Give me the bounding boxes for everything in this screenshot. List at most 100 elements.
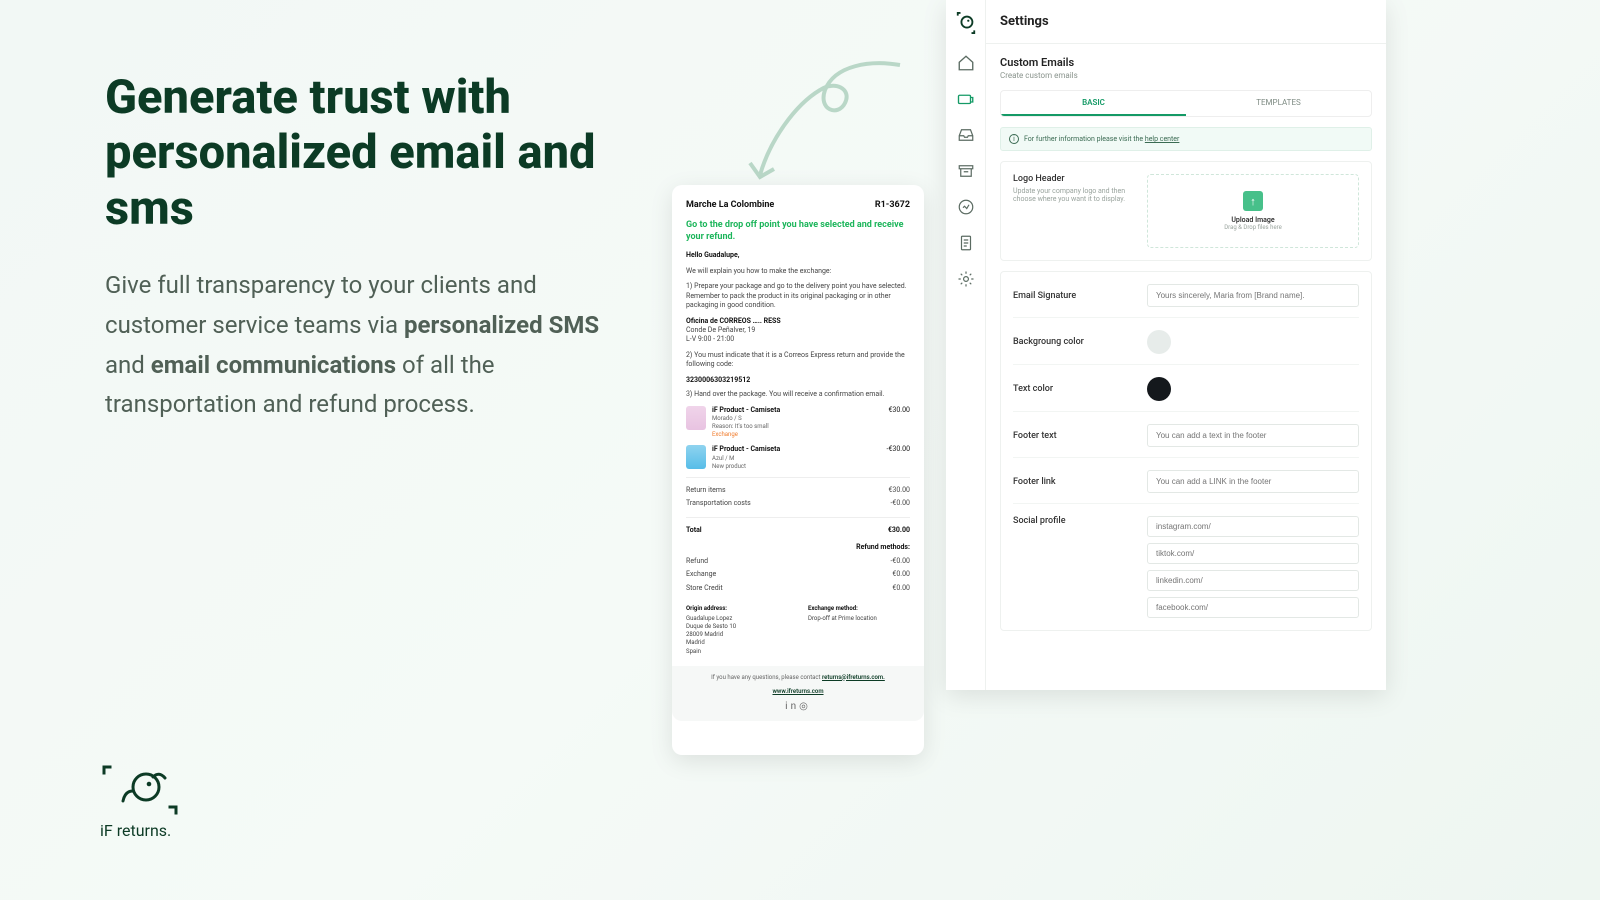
social-label: Social profile — [1013, 516, 1133, 526]
bgcolor-swatch[interactable] — [1147, 330, 1171, 354]
linkedin-icon[interactable]: in — [785, 701, 799, 712]
social-instagram-input[interactable] — [1147, 516, 1359, 537]
social-linkedin-input[interactable] — [1147, 570, 1359, 591]
brand-name: iF returns. — [100, 821, 180, 840]
analytics-icon[interactable] — [957, 198, 975, 216]
textcolor-swatch[interactable] — [1147, 377, 1171, 401]
hero-body-b1: personalized SMS — [404, 311, 599, 339]
footer-text-label: Footer text — [1013, 431, 1133, 441]
product-price: €30.00 — [876, 406, 910, 415]
method-hd: Exchange method: — [808, 605, 910, 613]
product-price: -€30.00 — [876, 445, 910, 454]
email-code: 3230006303219512 — [686, 376, 910, 385]
sidebar-rail — [946, 0, 986, 690]
sum-label: Exchange — [686, 568, 826, 581]
product-row: iF Product - Camiseta Azul / M New produ… — [686, 445, 910, 471]
product-row: iF Product - Camiseta Morado / S Reason:… — [686, 406, 910, 440]
footer-text: If you have any questions, please contac… — [711, 674, 822, 681]
upload-dropzone[interactable]: Upload Image Drag & Drop files here — [1147, 174, 1359, 248]
product-thumb-icon — [686, 406, 706, 430]
email-office-hours: L-V 9:00 - 21:00 — [686, 335, 910, 344]
signature-input[interactable] — [1147, 284, 1359, 307]
origin-line: Spain — [686, 648, 788, 656]
footer-link-label: Footer link — [1013, 477, 1133, 487]
logo-header-hint: Update your company logo and then choose… — [1013, 187, 1133, 203]
logo-header-block: Logo Header Update your company logo and… — [1000, 161, 1372, 261]
info-banner: i For further information please visit t… — [1000, 127, 1372, 151]
sum-value: €0.00 — [826, 568, 910, 581]
email-ref: R1-3672 — [875, 199, 910, 211]
decorative-arrow-icon — [740, 55, 910, 195]
home-icon[interactable] — [957, 54, 975, 72]
email-greeting: Hello Guadalupe, — [686, 251, 910, 260]
returns-icon[interactable] — [957, 90, 975, 108]
hero-body: Give full transparency to your clients a… — [105, 266, 625, 424]
sum-label: Transportation costs — [686, 497, 854, 510]
exchange-method: Exchange method: Drop-off at Prime locat… — [808, 605, 910, 656]
signature-label: Email Signature — [1013, 291, 1133, 301]
upload-title: Upload Image — [1231, 216, 1274, 224]
hero-body-mid: and — [105, 351, 151, 379]
hero-title: Generate trust with personalized email a… — [105, 70, 625, 236]
email-office-addr: Conde De Peñalver, 19 — [686, 326, 910, 335]
info-text: For further information please visit the — [1024, 135, 1145, 143]
sum-total-value: €30.00 — [826, 524, 910, 537]
footer-site-link[interactable]: www.ifreturns.com — [772, 688, 823, 695]
instagram-icon[interactable]: ◎ — [799, 701, 811, 712]
product-thumb-icon — [686, 445, 706, 469]
info-icon: i — [1009, 134, 1019, 144]
sum-value: €30.00 — [854, 484, 910, 497]
upload-sub: Drag & Drop files here — [1224, 224, 1282, 231]
upload-icon — [1243, 191, 1263, 211]
product-name: iF Product - Camiseta — [712, 406, 870, 415]
reports-icon[interactable] — [957, 234, 975, 252]
settings-panel: Settings Custom Emails Create custom ema… — [946, 0, 1386, 690]
sum-label: Refund — [686, 555, 826, 568]
product-variant: Morado / S — [712, 415, 870, 423]
product-variant: Azul / M — [712, 455, 870, 463]
footer-mail-link[interactable]: returns@ifreturns.com. — [822, 674, 885, 681]
method-val: Drop-off at Prime location — [808, 615, 910, 623]
textcolor-label: Text color — [1013, 384, 1133, 394]
social-tiktok-input[interactable] — [1147, 543, 1359, 564]
sum-value: €0.00 — [826, 582, 910, 595]
footer-text-input[interactable] — [1147, 424, 1359, 447]
email-step1: 1) Prepare your package and go to the de… — [686, 282, 910, 310]
archive-icon[interactable] — [957, 162, 975, 180]
refund-methods-label: Refund methods: — [686, 537, 910, 554]
brand: iF returns. — [100, 765, 180, 840]
social-facebook-input[interactable] — [1147, 597, 1359, 618]
email-office-name: Oficina de CORREOS ….. RESS — [686, 317, 910, 326]
email-intro: We will explain you how to make the exch… — [686, 267, 910, 276]
origin-hd: Origin address: — [686, 605, 788, 613]
tabs: BASIC TEMPLATES — [1000, 90, 1372, 117]
footer-link-input[interactable] — [1147, 470, 1359, 493]
summary-table: Total€30.00 Refund methods: Refund-€0.00… — [686, 524, 910, 595]
product-reason: Reason: It's too small — [712, 423, 870, 431]
sum-total-label: Total — [686, 524, 826, 537]
inbox-icon[interactable] — [957, 126, 975, 144]
email-title: Go to the drop off point you have select… — [686, 219, 910, 243]
sum-value: -€0.00 — [826, 555, 910, 568]
tab-basic[interactable]: BASIC — [1001, 91, 1186, 116]
gear-icon[interactable] — [957, 270, 975, 288]
origin-address: Origin address: Guadalupe Lopez Duque de… — [686, 605, 788, 656]
brand-logo-icon — [100, 765, 180, 815]
email-step2: 2) You must indicate that it is a Correo… — [686, 351, 910, 370]
section-title: Custom Emails — [1000, 56, 1372, 69]
product-tag: Exchange — [712, 431, 870, 439]
bgcolor-label: Backgroung color — [1013, 337, 1133, 347]
product-reason: New product — [712, 463, 870, 471]
sum-label: Store Credit — [686, 582, 826, 595]
product-name: iF Product - Camiseta — [712, 445, 870, 454]
origin-line: 28009 Madrid — [686, 631, 788, 639]
email-footer: If you have any questions, please contac… — [672, 666, 924, 722]
tab-templates[interactable]: TEMPLATES — [1186, 91, 1371, 116]
origin-line: Duque de Sesto 10 — [686, 623, 788, 631]
email-merchant: Marche La Colombine — [686, 199, 774, 211]
origin-line: Guadalupe Lopez — [686, 615, 788, 623]
origin-line: Madrid — [686, 639, 788, 647]
summary-table: Return items€30.00 Transportation costs-… — [686, 484, 910, 511]
app-logo-icon[interactable] — [955, 12, 977, 34]
help-center-link[interactable]: help center — [1145, 135, 1180, 143]
